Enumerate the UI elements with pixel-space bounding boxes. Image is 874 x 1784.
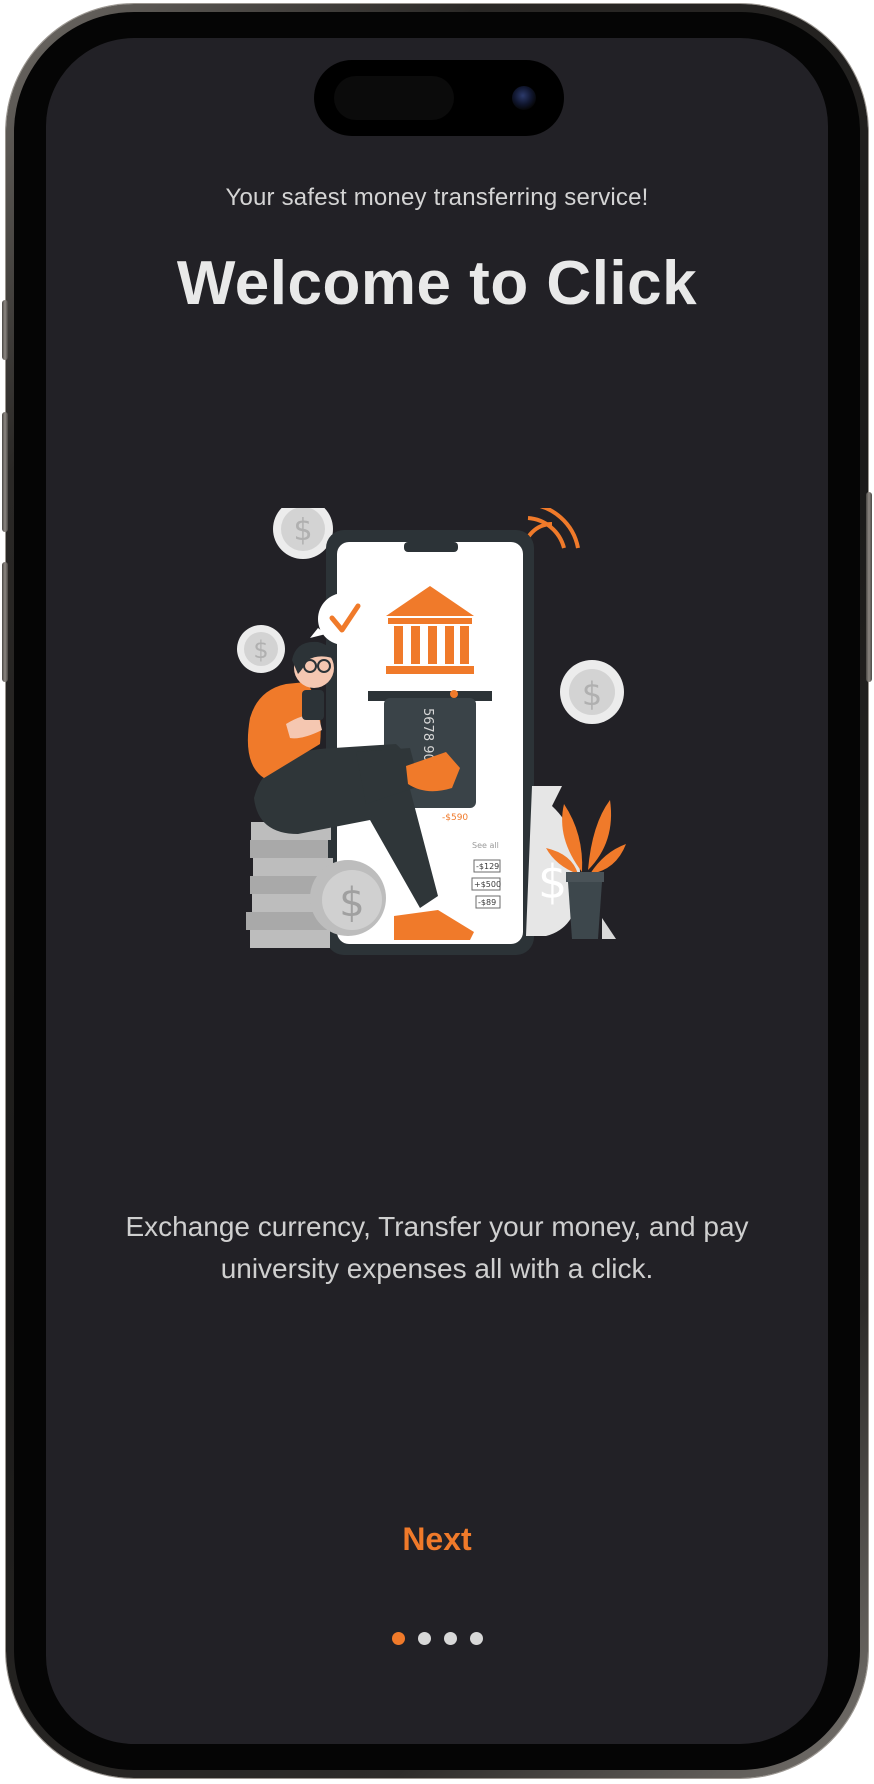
transaction-amount: -$129 <box>476 862 499 871</box>
see-all-label: See all <box>472 841 499 850</box>
onboarding-description: Exchange currency, Transfer your money, … <box>125 1211 749 1284</box>
dollar-coin-icon: $ <box>237 625 285 673</box>
hero-illustration: $ $ $ 5678 9012 -$590 See all -$129 +$50… <box>237 508 626 955</box>
check-icon <box>310 593 370 645</box>
dynamic-island <box>314 60 564 136</box>
onboarding-screen: Your safest money transferring service! … <box>46 38 828 1744</box>
dollar-coin-icon: $ <box>310 860 386 936</box>
page-dot-active[interactable] <box>391 1632 405 1645</box>
page-dot[interactable] <box>417 1632 431 1645</box>
sensor-housing <box>334 76 454 120</box>
onboarding-subtitle: Your safest money transferring service! <box>225 184 649 211</box>
page-dot[interactable] <box>469 1632 483 1645</box>
svg-text:$: $ <box>293 513 312 548</box>
side-button-mute <box>2 300 8 360</box>
page-dot[interactable] <box>443 1632 457 1645</box>
dollar-coin-icon: $ <box>273 508 333 559</box>
balance-value: -$590 <box>442 813 468 823</box>
svg-text:$: $ <box>582 675 602 713</box>
side-button-volume-up <box>2 412 8 532</box>
dollar-coin-icon: $ <box>560 660 624 724</box>
svg-text:$: $ <box>339 880 364 926</box>
next-button[interactable]: Next <box>387 1515 487 1563</box>
camera-icon <box>512 86 536 110</box>
page-indicator <box>46 1632 828 1645</box>
side-button-volume-down <box>2 562 8 682</box>
transaction-amount: +$500 <box>474 880 501 889</box>
page-title: Welcome to Click <box>176 249 698 318</box>
svg-text:$: $ <box>253 636 268 664</box>
transaction-amount: -$89 <box>478 898 496 907</box>
side-button-power <box>866 492 872 682</box>
